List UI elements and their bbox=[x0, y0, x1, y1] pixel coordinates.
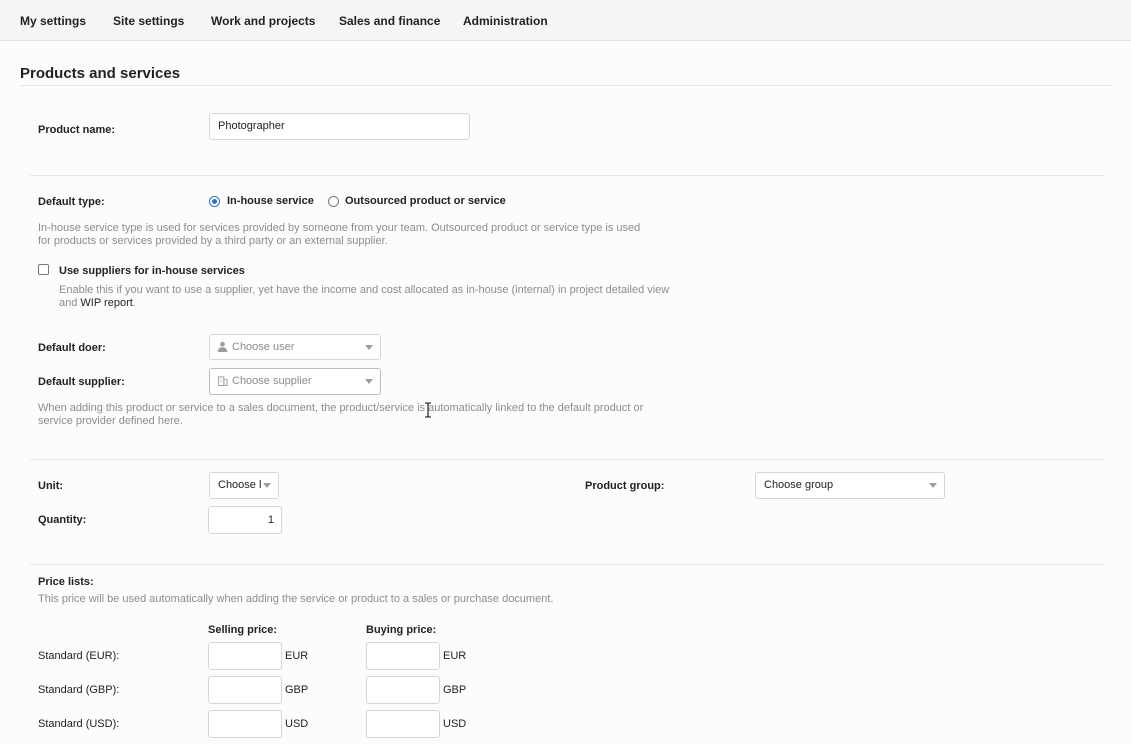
wip-report-link[interactable]: WIP report bbox=[80, 297, 132, 309]
nav-site-settings[interactable]: Site settings bbox=[113, 14, 184, 28]
use-suppliers-help-line1: Enable this if you want to use a supplie… bbox=[59, 284, 670, 296]
unit-label: Unit: bbox=[38, 480, 64, 492]
selling-currency: GBP bbox=[285, 684, 309, 696]
use-suppliers-checkbox[interactable] bbox=[38, 264, 49, 275]
unit-placeholder: Choose l bbox=[218, 479, 262, 491]
product-name-input[interactable]: Photographer bbox=[209, 113, 470, 140]
chevron-down-icon bbox=[263, 483, 271, 488]
default-supplier-select[interactable]: Choose supplier bbox=[209, 368, 381, 395]
default-doer-placeholder: Choose user bbox=[232, 341, 295, 353]
default-type-help: In-house service type is used for servic… bbox=[38, 222, 640, 248]
buying-price-input[interactable] bbox=[366, 642, 440, 670]
product-group-placeholder: Choose group bbox=[764, 479, 834, 491]
unit-select[interactable]: Choose l bbox=[209, 472, 279, 499]
buying-currency: EUR bbox=[443, 650, 467, 662]
radio-outsourced-label[interactable]: Outsourced product or service bbox=[345, 195, 506, 207]
buying-price-input[interactable] bbox=[366, 710, 440, 738]
product-group-label: Product group: bbox=[585, 480, 665, 492]
selling-price-input[interactable] bbox=[208, 676, 282, 704]
selling-price-input[interactable] bbox=[208, 710, 282, 738]
section-divider bbox=[30, 564, 1103, 565]
default-type-help-line1: In-house service type is used for servic… bbox=[38, 222, 641, 234]
price-row-label: Standard (USD): bbox=[38, 718, 120, 730]
section-divider bbox=[30, 175, 1103, 176]
chevron-down-icon bbox=[365, 345, 373, 350]
chevron-down-icon bbox=[929, 483, 937, 488]
text-cursor-icon bbox=[425, 402, 431, 418]
price-row-label: Standard (GBP): bbox=[38, 684, 120, 696]
buying-price-header: Buying price: bbox=[366, 624, 437, 636]
default-doer-select[interactable]: Choose user bbox=[209, 334, 381, 360]
building-icon bbox=[217, 376, 228, 386]
product-name-label: Product name: bbox=[38, 124, 116, 136]
default-type-help-line2: for products or services provided by a t… bbox=[38, 235, 388, 247]
nav-administration[interactable]: Administration bbox=[463, 14, 548, 28]
page-title: Products and services bbox=[20, 65, 181, 82]
default-supplier-help-line2: service provider defined here. bbox=[38, 415, 183, 427]
buying-currency: GBP bbox=[443, 684, 467, 696]
selling-price-input[interactable] bbox=[208, 642, 282, 670]
use-suppliers-help: Enable this if you want to use a supplie… bbox=[59, 284, 669, 310]
help-suffix: . bbox=[132, 297, 136, 309]
quantity-input[interactable]: 1 bbox=[208, 506, 282, 534]
radio-in-house-service[interactable] bbox=[209, 196, 220, 207]
radio-outsourced[interactable] bbox=[328, 196, 339, 207]
selling-price-header: Selling price: bbox=[208, 624, 278, 636]
nav-my-settings[interactable]: My settings bbox=[20, 14, 86, 28]
nav-sales-and-finance[interactable]: Sales and finance bbox=[339, 14, 440, 28]
product-group-select[interactable]: Choose group bbox=[755, 472, 945, 499]
use-suppliers-help-line2: and WIP report. bbox=[59, 297, 669, 310]
price-lists-label: Price lists: bbox=[38, 576, 94, 588]
radio-in-house-service-label[interactable]: In-house service bbox=[227, 195, 314, 207]
buying-currency: USD bbox=[443, 718, 467, 730]
price-row-label: Standard (EUR): bbox=[38, 650, 120, 662]
default-doer-label: Default doer: bbox=[38, 342, 106, 354]
title-divider bbox=[20, 85, 1113, 86]
price-lists-help: This price will be used automatically wh… bbox=[38, 593, 554, 605]
section-divider bbox=[30, 459, 1103, 460]
default-supplier-help-line1: When adding this product or service to a… bbox=[38, 402, 644, 414]
default-supplier-help: When adding this product or service to a… bbox=[38, 402, 643, 428]
user-icon bbox=[217, 341, 228, 352]
nav-work-and-projects[interactable]: Work and projects bbox=[211, 14, 315, 28]
selling-currency: USD bbox=[285, 718, 309, 730]
default-type-label: Default type: bbox=[38, 196, 105, 208]
default-supplier-label: Default supplier: bbox=[38, 376, 125, 388]
quantity-label: Quantity: bbox=[38, 514, 87, 526]
buying-price-input[interactable] bbox=[366, 676, 440, 704]
selling-currency: EUR bbox=[285, 650, 309, 662]
chevron-down-icon bbox=[365, 379, 373, 384]
help-prefix: and bbox=[59, 297, 81, 309]
top-navigation: My settings Site settings Work and proje… bbox=[0, 0, 1131, 41]
default-supplier-placeholder: Choose supplier bbox=[232, 375, 312, 387]
use-suppliers-label[interactable]: Use suppliers for in-house services bbox=[59, 265, 245, 277]
